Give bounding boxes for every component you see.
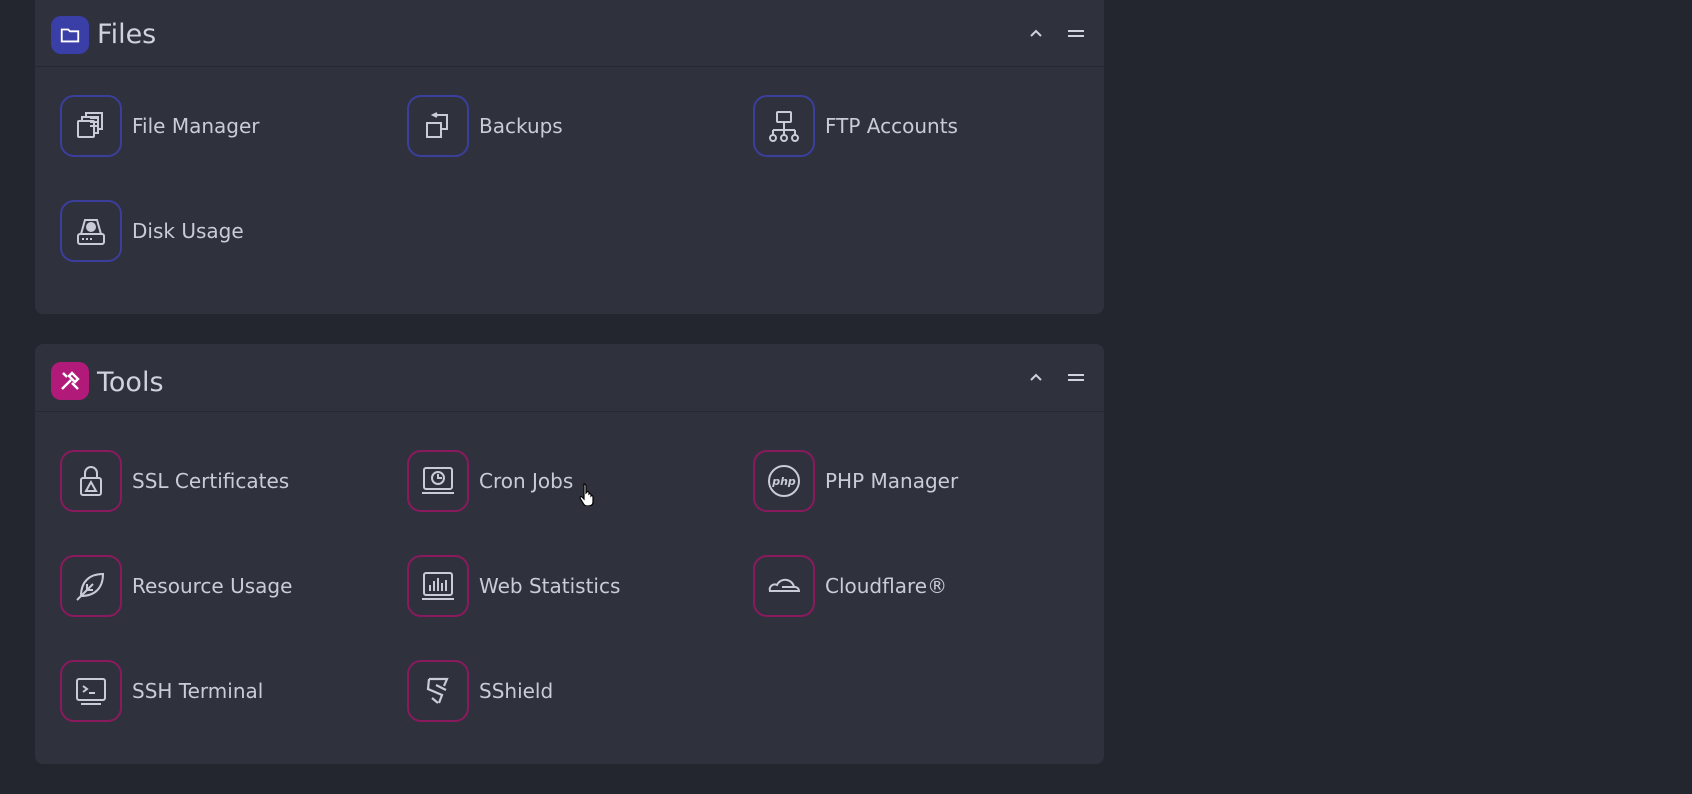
tools-panel-title: Tools: [97, 367, 164, 398]
files-panel: Files File Manager Backups FTP Accounts …: [35, 0, 1104, 314]
php-manager-label: PHP Manager: [825, 469, 959, 493]
files-panel-header: Files: [35, 0, 1104, 67]
ftp-network-icon: [753, 95, 815, 157]
files-panel-title: Files: [97, 19, 157, 50]
svg-text:php: php: [771, 475, 796, 488]
bar-chart-icon: [407, 555, 469, 617]
sshield-label: SShield: [479, 679, 554, 703]
backups-icon: [407, 95, 469, 157]
resource-usage-link[interactable]: Resource Usage: [60, 553, 380, 619]
files-drag-handle[interactable]: [1064, 22, 1088, 46]
cloud-icon: [753, 555, 815, 617]
tools-panel-header: Tools: [35, 344, 1104, 412]
shield-icon: [407, 660, 469, 722]
folder-icon: [51, 16, 89, 54]
resource-usage-label: Resource Usage: [132, 574, 293, 598]
clock-monitor-icon: [407, 450, 469, 512]
files-collapse-button[interactable]: [1024, 22, 1048, 46]
php-manager-link[interactable]: php PHP Manager: [753, 448, 1073, 514]
ftp-accounts-link[interactable]: FTP Accounts: [753, 93, 1073, 159]
ssl-certificates-label: SSL Certificates: [132, 469, 290, 493]
drag-lines-icon: [1068, 374, 1084, 381]
sshield-link[interactable]: SShield: [407, 658, 727, 724]
disk-usage-icon: [60, 200, 122, 262]
tools-icon: [51, 362, 89, 400]
backups-label: Backups: [479, 114, 563, 138]
lock-icon: [60, 450, 122, 512]
cron-jobs-label: Cron Jobs: [479, 469, 574, 493]
ssl-certificates-link[interactable]: SSL Certificates: [60, 448, 380, 514]
chevron-up-icon: [1030, 373, 1042, 381]
cloudflare-link[interactable]: Cloudflare®: [753, 553, 1073, 619]
file-manager-icon: [60, 95, 122, 157]
file-manager-label: File Manager: [132, 114, 260, 138]
cron-jobs-link[interactable]: Cron Jobs: [407, 448, 727, 514]
tools-drag-handle[interactable]: [1064, 366, 1088, 390]
ssh-terminal-label: SSH Terminal: [132, 679, 264, 703]
php-icon: php: [753, 450, 815, 512]
tools-collapse-button[interactable]: [1024, 366, 1048, 390]
cloudflare-label: Cloudflare®: [825, 574, 948, 598]
web-statistics-label: Web Statistics: [479, 574, 621, 598]
tools-panel: Tools SSL Certificates Cron Jobs php PHP…: [35, 344, 1104, 764]
ssh-terminal-link[interactable]: SSH Terminal: [60, 658, 380, 724]
disk-usage-label: Disk Usage: [132, 219, 244, 243]
leaf-icon: [60, 555, 122, 617]
disk-usage-link[interactable]: Disk Usage: [60, 198, 380, 264]
file-manager-link[interactable]: File Manager: [60, 93, 380, 159]
drag-lines-icon: [1068, 30, 1084, 37]
terminal-icon: [60, 660, 122, 722]
chevron-up-icon: [1030, 29, 1042, 37]
ftp-accounts-label: FTP Accounts: [825, 114, 958, 138]
backups-link[interactable]: Backups: [407, 93, 727, 159]
web-statistics-link[interactable]: Web Statistics: [407, 553, 727, 619]
